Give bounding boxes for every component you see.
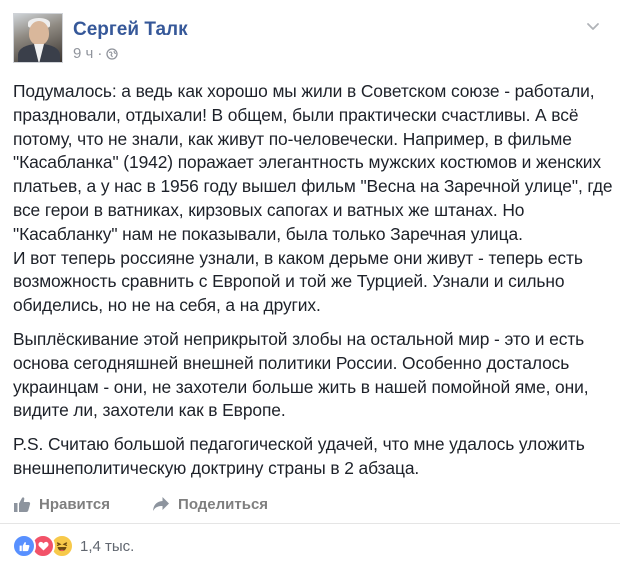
- meta-separator: ·: [97, 45, 103, 62]
- post-paragraph: P.S. Считаю большой педагогической удаче…: [13, 434, 585, 478]
- post-actions: Нравится Поделиться: [13, 493, 607, 515]
- post-paragraph: Подумалось: а ведь как хорошо мы жили в …: [13, 81, 613, 244]
- share-label: Поделиться: [178, 495, 269, 513]
- like-button[interactable]: Нравится: [13, 496, 110, 513]
- author-name[interactable]: Сергей Талк: [73, 19, 188, 41]
- like-reaction-icon: [12, 534, 36, 558]
- post-paragraph: Выплёскивание этой неприкрытой злобы на …: [13, 328, 589, 421]
- post-body: Подумалось: а ведь как хорошо мы жили в …: [13, 80, 613, 491]
- avatar[interactable]: [13, 13, 63, 63]
- share-button[interactable]: Поделиться: [152, 496, 268, 513]
- post-paragraph: И вот теперь россияне узнали, в каком де…: [13, 247, 583, 316]
- facebook-post: Сергей Талк 9 ч · Подумалось: а ведь как…: [0, 0, 620, 561]
- post-meta: 9 ч ·: [73, 45, 118, 62]
- post-header: Сергей Талк 9 ч ·: [13, 13, 607, 69]
- chevron-down-icon[interactable]: [585, 18, 601, 34]
- reactions-summary[interactable]: 1,4 тыс.: [12, 534, 135, 558]
- reaction-count: 1,4 тыс.: [80, 537, 135, 555]
- post-time[interactable]: 9 ч: [73, 45, 93, 62]
- divider: [0, 523, 620, 524]
- thumbs-up-icon: [14, 496, 31, 512]
- like-label: Нравится: [39, 495, 111, 513]
- globe-icon[interactable]: [106, 47, 118, 60]
- share-arrow-icon: [153, 497, 170, 511]
